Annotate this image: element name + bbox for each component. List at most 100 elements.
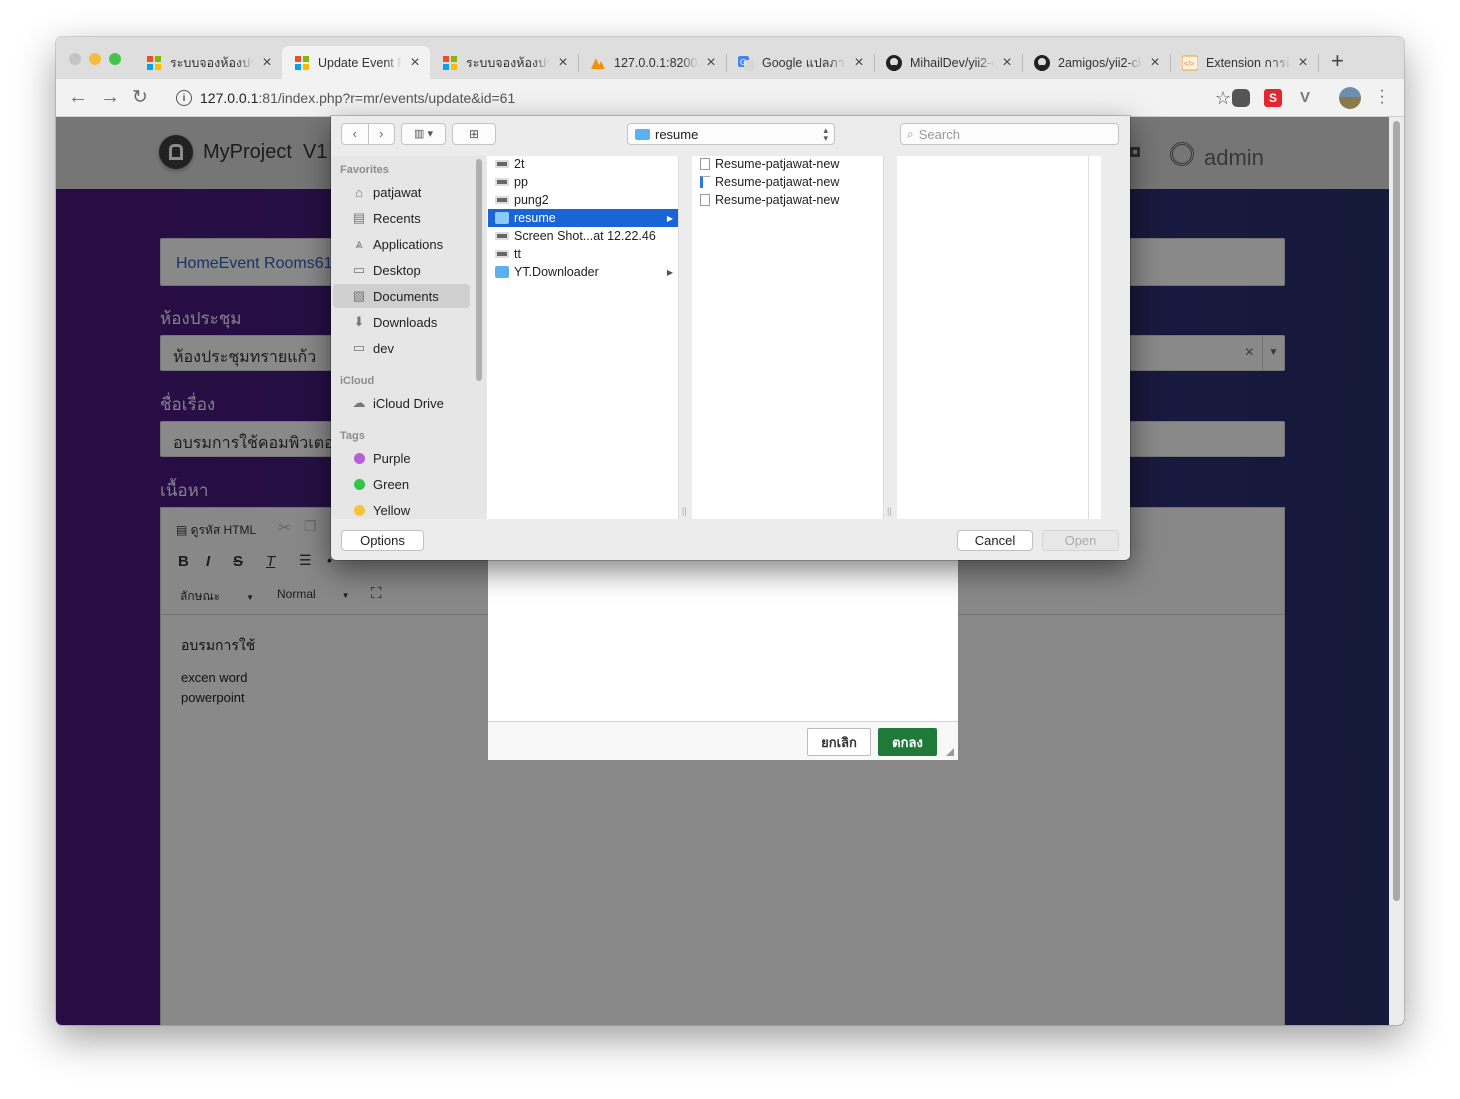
column-resize-handle[interactable]: ||: [887, 506, 892, 516]
tab-title: Google แปลภาษา: [762, 55, 846, 70]
list-item[interactable]: 2t: [488, 155, 678, 173]
applications-icon: ⩓: [355, 236, 363, 251]
column-resize-handle[interactable]: ||: [682, 506, 687, 516]
yellow-tag-dot: [353, 504, 365, 516]
tab-5[interactable]: G Google แปลภาษา ×: [726, 46, 874, 79]
location-label: resume: [655, 126, 699, 142]
open-button[interactable]: Open: [1042, 530, 1119, 551]
close-tab-icon[interactable]: ×: [1296, 54, 1310, 70]
cancel-button[interactable]: Cancel: [957, 530, 1033, 551]
list-item[interactable]: YT.Downloader ▶: [488, 263, 678, 281]
new-tab-button[interactable]: +: [1331, 50, 1344, 72]
url-path: :81/index.php?r=mr/events/update&id=61: [258, 90, 516, 106]
browser-column-2: Resume-patjawat-new Resume-patjawat-new …: [692, 156, 884, 519]
sidebar-item-desktop[interactable]: ▭ Desktop: [333, 258, 470, 282]
tab-8[interactable]: </> Extension การติดตั้ง ×: [1170, 46, 1318, 79]
sidebar-item-recents[interactable]: ▤ Recents: [333, 206, 470, 230]
forward-chevron-icon[interactable]: ›: [369, 124, 395, 144]
list-item[interactable]: Resume-patjawat-new: [693, 173, 883, 191]
document-icon: [495, 196, 509, 204]
sidebar-scrollbar[interactable]: [476, 159, 482, 381]
tab-4[interactable]: 127.0.0.1:8200 ×: [578, 46, 726, 79]
tab-1[interactable]: ระบบจองห้องประชุม ×: [134, 46, 282, 79]
close-tab-icon[interactable]: ×: [556, 54, 570, 70]
v-extension-icon[interactable]: V: [1296, 89, 1314, 107]
ck-image-dialog: ยกเลิก ตกลง: [488, 557, 958, 760]
document-icon: [495, 160, 509, 168]
close-tab-icon[interactable]: ×: [704, 54, 718, 70]
ck-cancel-button[interactable]: ยกเลิก: [807, 728, 871, 756]
sidebar-item-icloud-drive[interactable]: ☁ iCloud Drive: [333, 391, 470, 415]
cloud-icon: ☁: [352, 395, 366, 410]
tab-2-active[interactable]: Update Event Rooms ×: [282, 46, 430, 79]
reload-icon[interactable]: ↻: [132, 86, 148, 109]
list-item[interactable]: Resume-patjawat-new: [693, 155, 883, 173]
s-extension-icon[interactable]: S: [1264, 89, 1282, 107]
sidebar-item-patjawat[interactable]: ⌂ patjawat: [333, 180, 470, 204]
back-chevron-icon[interactable]: ‹: [342, 124, 369, 144]
bookmark-star-icon[interactable]: ☆: [1215, 88, 1231, 109]
tab-7[interactable]: 2amigos/yii2-ckeditor ×: [1022, 46, 1170, 79]
location-popup[interactable]: resume ▴ ▾: [627, 123, 835, 145]
zoom-window-button[interactable]: [109, 53, 121, 65]
sidebar-item-dev[interactable]: ▭ dev: [333, 336, 470, 360]
tab-title: Update Event Rooms: [318, 55, 402, 70]
github-icon: [886, 54, 902, 71]
search-placeholder: Search: [918, 126, 960, 142]
close-tab-icon[interactable]: ×: [852, 54, 866, 70]
ms-squares-icon: [442, 55, 458, 71]
minimize-window-button[interactable]: [89, 53, 101, 65]
tab-3[interactable]: ระบบจองห้องประชุม ×: [430, 46, 578, 79]
github-icon: [1034, 54, 1050, 71]
view-mode-button[interactable]: ▥ ▾: [401, 123, 446, 145]
page-scrollbar[interactable]: [1389, 117, 1404, 1025]
home-icon: ⌂: [355, 184, 363, 200]
close-window-button[interactable]: [69, 53, 81, 65]
forward-arrow-icon[interactable]: →: [100, 86, 120, 109]
updown-chevron-icon: ▴ ▾: [823, 125, 828, 143]
document-icon: [495, 250, 509, 258]
close-tab-icon[interactable]: ×: [1148, 54, 1162, 70]
browser-column-1: 2t pp pung2 resume ▶ Screen Shot...at 12.…: [487, 156, 679, 519]
resize-handle[interactable]: [946, 748, 954, 756]
tag-yellow[interactable]: Yellow: [333, 498, 470, 522]
sidebar-item-downloads[interactable]: ⬇ Downloads: [333, 310, 470, 334]
icloud-header: iCloud: [340, 375, 375, 387]
list-item-selected[interactable]: resume ▶: [488, 209, 678, 227]
tab-6[interactable]: MihailDev/yii2-ckeditor ×: [874, 46, 1022, 79]
options-button[interactable]: Options: [341, 530, 424, 551]
folder-icon: [495, 266, 509, 278]
close-tab-icon[interactable]: ×: [260, 54, 274, 70]
list-item[interactable]: pung2: [488, 191, 678, 209]
search-field[interactable]: ⌕ Search: [900, 123, 1119, 145]
close-tab-icon[interactable]: ×: [1000, 54, 1014, 70]
tag-green[interactable]: Green: [333, 472, 470, 496]
line-extension-icon[interactable]: [1232, 89, 1250, 107]
favorites-header: Favorites: [340, 164, 389, 176]
list-item[interactable]: Resume-patjawat-new: [693, 191, 883, 209]
sidebar-item-applications[interactable]: ⩓ Applications: [333, 232, 470, 256]
scrollbar-thumb[interactable]: [1393, 121, 1400, 901]
list-item[interactable]: pp: [488, 173, 678, 191]
list-item[interactable]: tt: [488, 245, 678, 263]
ck-ok-button[interactable]: ตกลง: [878, 728, 937, 756]
new-folder-icon[interactable]: ⊞: [452, 123, 496, 145]
close-tab-icon[interactable]: ×: [408, 54, 422, 70]
profile-avatar[interactable]: [1339, 87, 1361, 109]
document-icon: [495, 178, 509, 186]
tab-title: 127.0.0.1:8200: [614, 55, 698, 70]
info-icon[interactable]: i: [176, 90, 192, 106]
folder-icon: [495, 212, 509, 224]
tab-title: ระบบจองห้องประชุม: [466, 55, 550, 70]
menu-kebab-icon[interactable]: · · ·: [1378, 83, 1386, 111]
tag-purple[interactable]: Purple: [333, 446, 470, 470]
tab-title: Extension การติดตั้ง: [1206, 55, 1290, 70]
desktop-icon: ▭: [352, 262, 366, 277]
browser-column-4: [1089, 156, 1101, 519]
back-arrow-icon[interactable]: ←: [68, 86, 88, 109]
list-item[interactable]: Screen Shot...at 12.22.46: [488, 227, 678, 245]
sidebar-item-documents[interactable]: ▧ Documents: [333, 284, 470, 308]
word-file-icon: [700, 176, 710, 188]
green-tag-dot: [353, 478, 365, 490]
address-bar[interactable]: i 127.0.0.1:81/index.php?r=mr/events/upd…: [164, 83, 1239, 113]
